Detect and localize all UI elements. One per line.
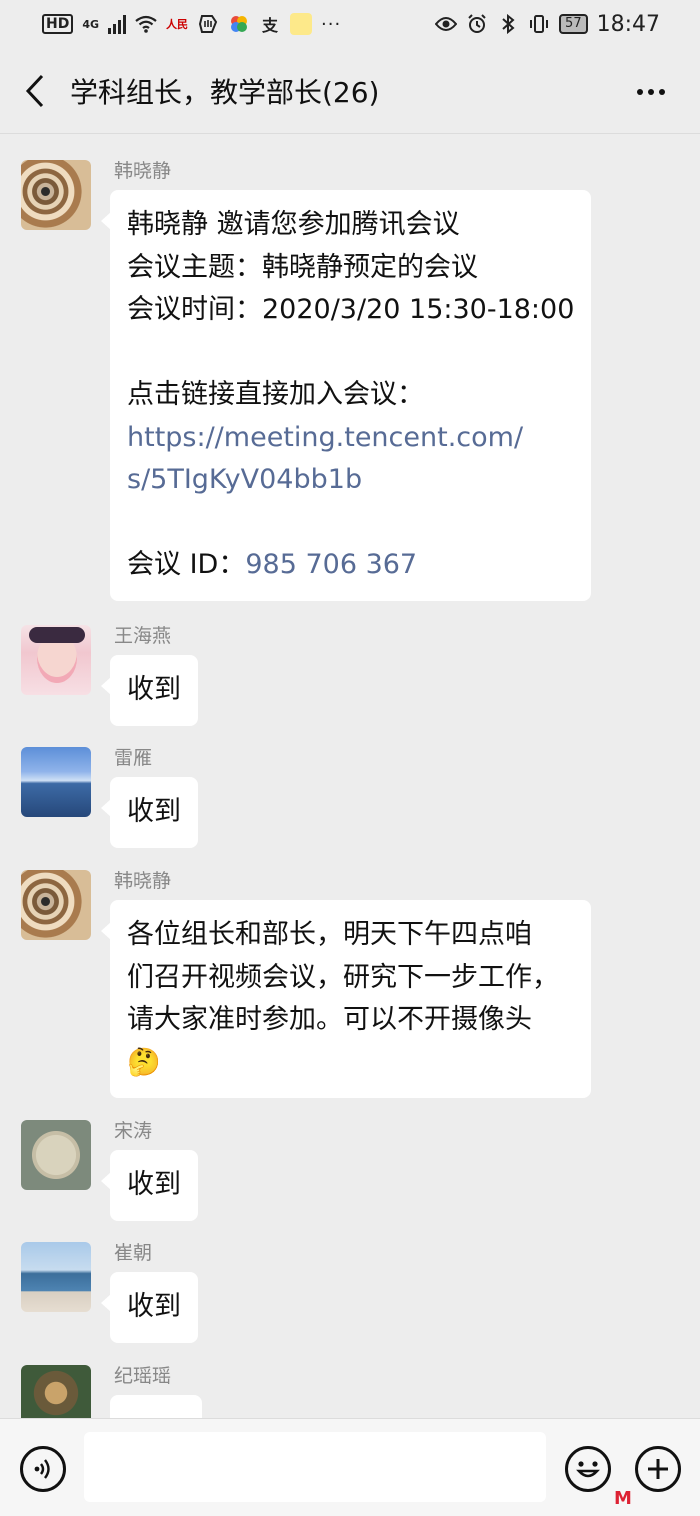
chevron-left-icon	[25, 74, 44, 107]
meeting-id-link[interactable]: 985 706 367	[245, 549, 417, 580]
plus-icon	[648, 1459, 668, 1479]
hd-indicator: HD	[42, 14, 74, 34]
more-functions-button[interactable]	[635, 1446, 681, 1492]
message-bubble[interactable]: 收到	[101, 777, 198, 848]
snail-avatar[interactable]	[21, 870, 91, 940]
meeting-id-line: 会议 ID：985 706 367	[127, 544, 574, 587]
wifi-icon	[135, 13, 157, 35]
clock: 18:47	[596, 11, 660, 37]
back-button[interactable]	[0, 48, 70, 134]
sender-name: 宋涛	[114, 1120, 153, 1142]
alipay-icon: 支	[262, 16, 279, 35]
sender-name: 韩晓静	[114, 160, 172, 182]
message-line: 们召开视频会议，研究下一步工作，	[127, 961, 559, 993]
more-notifications-icon: ···	[321, 13, 342, 35]
sender-name: 崔朝	[114, 1242, 153, 1264]
note-icon	[290, 13, 313, 35]
emoji-button[interactable]	[565, 1446, 611, 1492]
meeting-id-label: 会议 ID：	[127, 549, 246, 580]
sea-avatar[interactable]	[21, 747, 91, 817]
opera-avatar[interactable]	[21, 625, 91, 695]
eye-icon	[435, 13, 458, 35]
message-line: 各位组长和部长，明天下午四点咱	[127, 919, 532, 950]
more-options-button[interactable]	[626, 72, 676, 112]
vibrate-icon	[528, 13, 550, 35]
message-line: 会议时间：2020/3/20 15:30-18:00	[127, 294, 575, 325]
people-daily-icon: 人民	[166, 18, 189, 31]
input-bar	[0, 1418, 700, 1516]
message-bubble[interactable]: 收到	[101, 1272, 198, 1343]
message-bubble[interactable]	[101, 1395, 202, 1418]
photos-icon	[228, 13, 250, 35]
voice-button[interactable]	[20, 1446, 66, 1492]
smiley-icon	[576, 1461, 600, 1478]
sender-name: 王海燕	[114, 625, 172, 647]
bluetooth-icon	[497, 13, 519, 35]
message-line: 韩晓静 邀请您参加腾讯会议	[127, 209, 460, 240]
dot-icon	[637, 89, 643, 95]
chat-header: 学科组长，教学部长(26)	[0, 48, 700, 134]
sender-name: 韩晓静	[114, 870, 172, 892]
plant-avatar[interactable]	[21, 1120, 91, 1190]
dot-icon	[659, 89, 665, 95]
message-line: 会议主题：韩晓静预定的会议	[127, 251, 478, 283]
message-list[interactable]: 韩晓静 韩晓静 邀请您参加腾讯会议 会议主题：韩晓静预定的会议 会议时间：202…	[0, 135, 700, 1418]
message-line: 点击链接直接加入会议：	[127, 379, 424, 410]
network-type: 4G	[82, 17, 100, 31]
mona-avatar[interactable]	[21, 1365, 91, 1418]
snail-avatar[interactable]	[21, 160, 91, 230]
meeting-link-continued[interactable]: s/5TIgKyV04bb1b	[127, 459, 574, 502]
signal-icon	[108, 14, 127, 34]
thinking-emoji: 🤔	[127, 1046, 161, 1078]
voice-icon	[34, 1459, 50, 1479]
meeting-invite-bubble[interactable]: 韩晓静 邀请您参加腾讯会议 会议主题：韩晓静预定的会议 会议时间：2020/3/…	[101, 190, 591, 601]
alarm-icon	[466, 13, 488, 35]
dot-icon	[648, 89, 654, 95]
watermark-logo: M	[614, 1488, 632, 1509]
battery-indicator: 57	[559, 14, 588, 34]
status-bar: HD 4G 人民 支 ··· 57 18:47	[0, 0, 700, 48]
message-input[interactable]	[84, 1432, 546, 1502]
status-right: 57 18:47	[435, 12, 660, 37]
beach-avatar[interactable]	[21, 1242, 91, 1312]
message-bubble[interactable]: 收到	[101, 655, 198, 726]
sender-name: 纪瑶瑶	[114, 1365, 172, 1387]
chat-title: 学科组长，教学部长(26)	[70, 75, 380, 109]
message-line: 请大家准时参加。可以不开摄像头	[127, 1004, 532, 1035]
sender-name: 雷雁	[114, 747, 153, 769]
hand-icon	[197, 13, 219, 35]
status-left: HD 4G 人民 支 ···	[42, 13, 341, 35]
meeting-link[interactable]: https://meeting.tencent.com/	[127, 417, 574, 460]
message-bubble[interactable]: 各位组长和部长，明天下午四点咱 们召开视频会议，研究下一步工作， 请大家准时参加…	[101, 900, 591, 1098]
message-bubble[interactable]: 收到	[101, 1150, 198, 1221]
message-item: 王海燕 收到	[21, 625, 198, 726]
